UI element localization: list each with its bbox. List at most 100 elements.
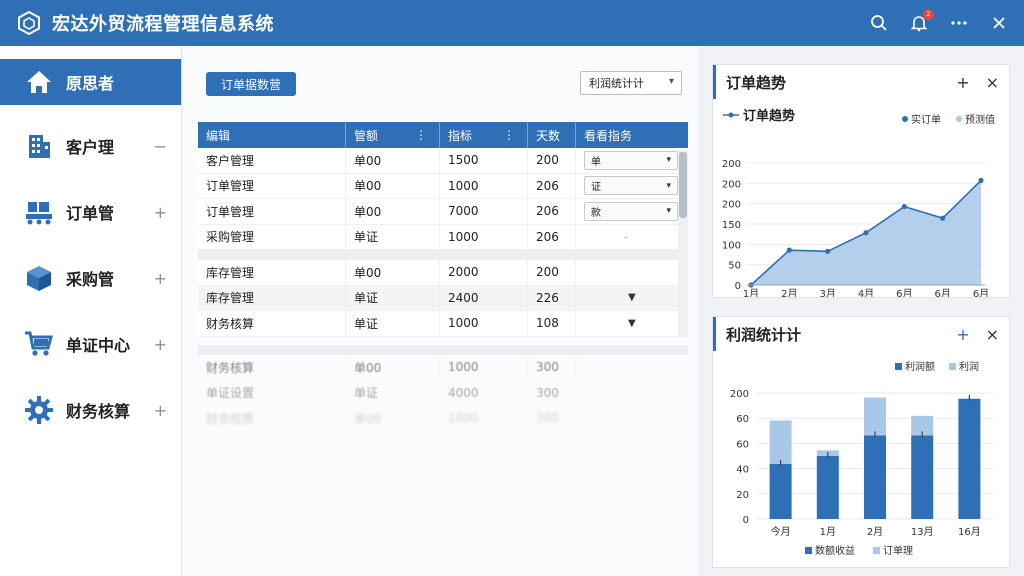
bar-primary (816, 456, 839, 519)
table-cell: 单00 (346, 148, 440, 173)
sidebar-item-finance[interactable]: 财务核算 + (0, 377, 181, 443)
table-row[interactable]: 财务核算 单证 1000 108 ▼ (198, 311, 688, 337)
chevron-down-icon: ▾ (668, 76, 674, 87)
sidebar-item-label: 原思者 (66, 74, 115, 93)
table-cell: 206 (528, 199, 576, 224)
table-cell: 7000 (440, 199, 528, 224)
title-bar: 宏达外贸流程管理信息系统 2 (0, 0, 1024, 46)
data-point (825, 248, 831, 254)
expand-icon[interactable]: + (154, 335, 167, 354)
data-point (978, 177, 984, 184)
x-tick-label: 6月 (973, 288, 989, 297)
table-cell: 200 (528, 260, 576, 285)
y-tick-label: 100 (722, 240, 741, 251)
table-cell: 1000 (440, 224, 528, 249)
sidebar-item-orders[interactable]: 订单管 + (0, 179, 181, 245)
x-tick-label: 6月 (896, 288, 912, 297)
y-tick-label: 200 (722, 179, 741, 190)
y-tick-label: 50 (728, 261, 741, 272)
table-cell (576, 380, 688, 406)
column-header[interactable]: 编辑 (198, 122, 346, 148)
column-menu-icon[interactable]: ⋮ (503, 128, 515, 142)
close-icon[interactable] (988, 12, 1010, 34)
table-cell: 1500 (440, 148, 528, 173)
add-icon[interactable]: + (956, 325, 969, 344)
y-tick-label: 40 (736, 465, 749, 476)
bell-icon[interactable]: 2 (908, 9, 934, 34)
table-cell: 单00 (346, 173, 440, 198)
table-cell: 单证 (346, 380, 440, 406)
x-tick-label: 1月 (820, 526, 836, 538)
row-select[interactable]: 单 ▾ (584, 150, 678, 170)
row-select[interactable]: 证 ▾ (584, 176, 678, 196)
table-row[interactable]: 财务核算 单00 1000 300 (198, 405, 688, 431)
x-tick-label: 3月 (819, 288, 835, 297)
sidebar-item-purchasing[interactable]: 采购管 + (0, 245, 181, 311)
table-cell: 单00 (346, 405, 440, 431)
x-tick-label: 1月 (743, 288, 759, 297)
notification-badge: 2 (923, 9, 934, 20)
table-row[interactable]: 订单管理 单00 7000 206 款 ▾ (198, 199, 688, 225)
table-cell: 单 ▾ (576, 148, 688, 173)
y-tick-label: 60 (736, 439, 749, 450)
scrollbar-thumb[interactable] (679, 152, 687, 218)
legend-label: 利润 (959, 360, 979, 373)
conveyor-icon (24, 197, 54, 227)
column-header[interactable]: 看看指务 (576, 122, 688, 148)
right-panel-area: 订单趋势 + × 订单趋势 实订单 预测值 0 50 100 150 200 200 200 1月 2… (698, 46, 1024, 576)
panel-title: 利润统计计 (726, 325, 802, 344)
table-row[interactable]: 客户管理 单00 1500 200 单 ▾ (198, 148, 688, 174)
column-menu-icon[interactable]: ⋮ (415, 128, 427, 142)
table-cell: 300 (528, 354, 576, 380)
table-cell: 单00 (346, 260, 440, 285)
cart-icon (24, 329, 54, 359)
chevron-down-icon[interactable]: ▼ (628, 292, 636, 303)
y-tick-label: 200 (730, 389, 749, 400)
column-header[interactable]: 天数 (528, 122, 576, 148)
table-cell: 单证 (346, 224, 440, 249)
x-tick-label: 2月 (867, 526, 883, 538)
report-select-value: 利润统计计 (589, 77, 644, 90)
table-row[interactable]: 库存管理 单证 2400 226 ▼ (198, 285, 688, 311)
y-tick-label: 200 (722, 200, 741, 211)
legend-label: 订单理 (883, 545, 913, 557)
table-cell: 单证 (346, 285, 440, 310)
expand-icon[interactable]: + (154, 269, 167, 288)
chevron-down-icon[interactable]: ▼ (628, 318, 636, 329)
sidebar-item-customers[interactable]: 客户理 − (0, 113, 181, 179)
empty-indicator: - (624, 229, 629, 244)
expand-icon[interactable]: + (154, 203, 167, 222)
data-point (901, 203, 907, 210)
table-row[interactable]: 财务核算 单00 1000 300 (198, 354, 688, 381)
app-title: 宏达外贸流程管理信息系统 (52, 14, 274, 35)
chevron-down-icon: ▾ (666, 155, 671, 166)
collapse-icon[interactable]: − (154, 137, 167, 156)
legend-swatch (873, 547, 880, 554)
legend-swatch (805, 547, 812, 554)
table-cell (576, 260, 688, 285)
table-row[interactable]: 库存管理 单00 2000 200 (198, 260, 688, 286)
sidebar-item-home[interactable]: 原思者 (0, 59, 181, 105)
close-icon[interactable]: × (986, 325, 999, 344)
legend-swatch (895, 363, 902, 370)
table-cell: 订单管理 (198, 199, 346, 224)
sidebar-item-documents[interactable]: 单证中心 + (0, 311, 181, 377)
row-select[interactable]: 款 ▾ (584, 201, 678, 221)
report-select[interactable]: 利润统计计 ▾ (580, 71, 682, 95)
order-data-button[interactable]: 订单据数营 (206, 72, 296, 96)
table-cell: 2000 (440, 260, 528, 285)
column-header[interactable]: 指标 ⋮ (440, 122, 528, 148)
table-cell: 库存管理 (198, 285, 346, 310)
chevron-down-icon: ▾ (666, 206, 671, 217)
search-icon[interactable] (868, 12, 890, 34)
close-icon[interactable]: × (986, 73, 999, 92)
expand-icon[interactable]: + (154, 401, 167, 420)
x-tick-label: 4月 (858, 288, 874, 297)
add-icon[interactable]: + (956, 73, 969, 92)
table-row[interactable]: 订单管理 单00 1000 206 证 ▾ (198, 173, 688, 199)
table-cell (576, 355, 688, 381)
column-header[interactable]: 管额 ⋮ (346, 122, 440, 148)
table-row[interactable]: 单证设置 单证 4000 300 (198, 380, 688, 406)
table-row[interactable]: 采购管理 单证 1000 206 - (198, 224, 688, 250)
more-icon[interactable] (948, 12, 970, 34)
